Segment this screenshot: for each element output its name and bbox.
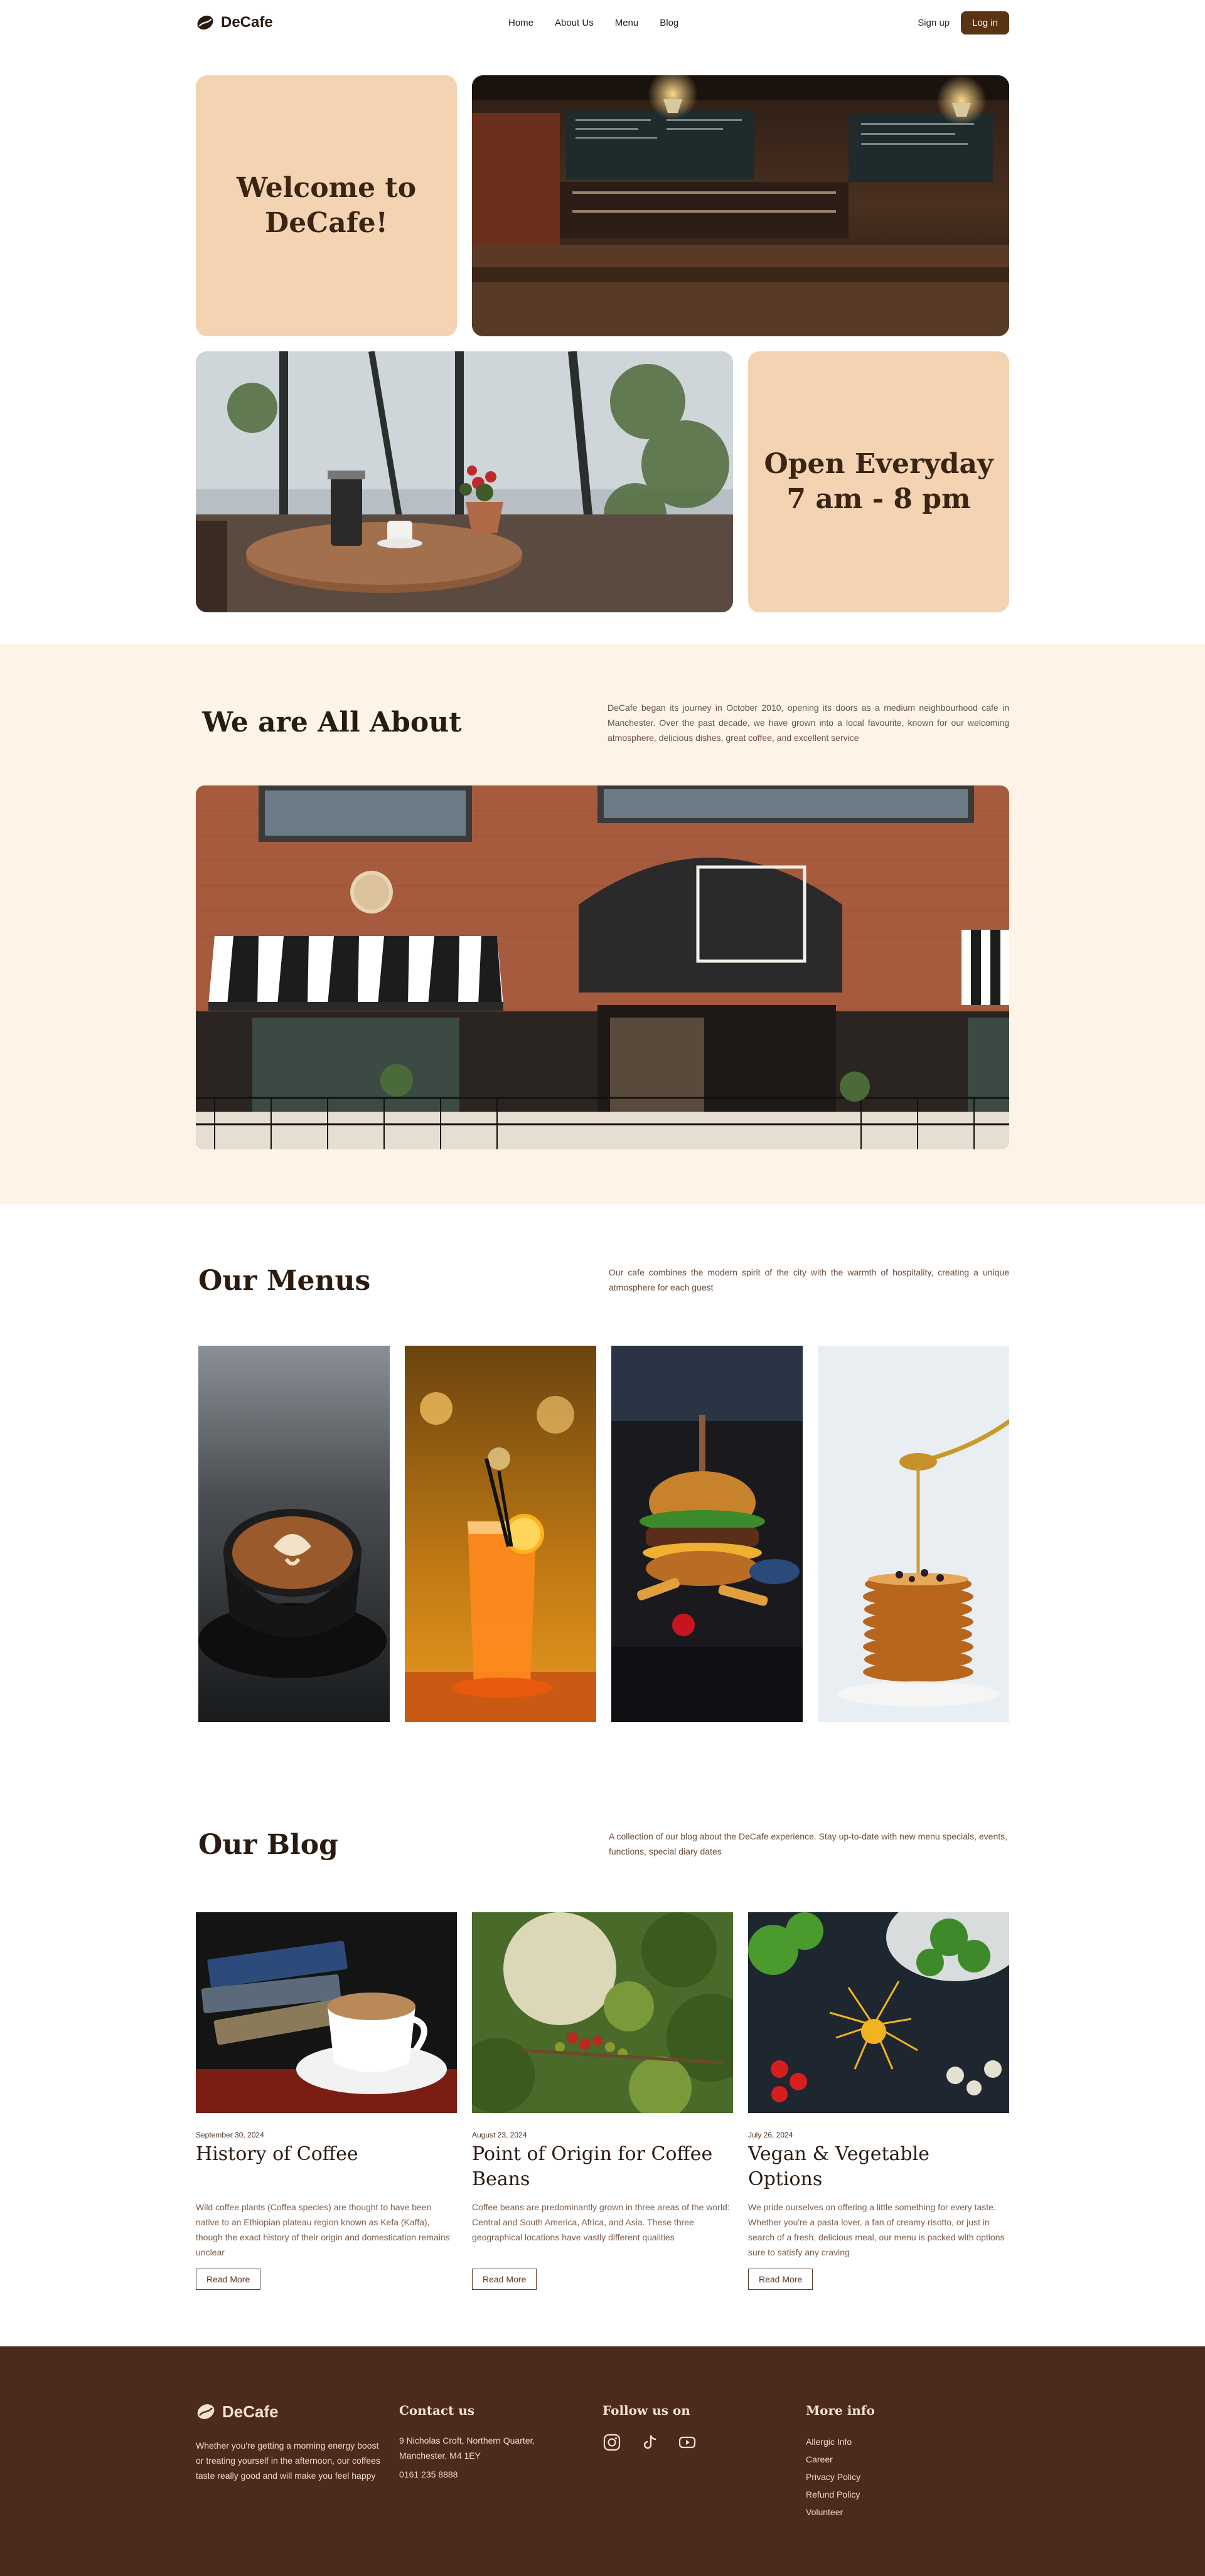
follow-title: Follow us on (602, 2403, 690, 2418)
storefront-photo (196, 785, 1009, 1149)
footer-link-privacy-policy[interactable]: Privacy Policy (806, 2468, 1009, 2486)
footer-phone[interactable]: 0161 235 8888 (399, 2467, 602, 2482)
blog-section: Our Blog A collection of our blog about … (0, 1797, 1205, 2346)
post-title[interactable]: Point of Origin for Coffee Beans (472, 2142, 733, 2195)
post-date: July 26, 2024 (748, 2131, 793, 2139)
menus-section: Our Menus Our cafe combines the modern s… (0, 1205, 1205, 1797)
blog-post: July 26, 2024 Vegan & Vegetable Options … (748, 1912, 1009, 2290)
auth-actions: Sign up Log in (918, 11, 1009, 35)
read-more-button[interactable]: Read More (748, 2269, 813, 2290)
nav-blog[interactable]: Blog (660, 18, 678, 28)
read-more-button[interactable]: Read More (472, 2269, 537, 2290)
welcome-heading: Welcome to DeCafe! (236, 172, 417, 239)
about-text: DeCafe began its journey in October 2010… (608, 703, 1009, 743)
nav-home[interactable]: Home (508, 18, 533, 28)
footer-brand-logo[interactable]: DeCafe (196, 2402, 399, 2422)
brand-name: DeCafe (221, 14, 273, 31)
hero-section: Welcome to DeCafe! Open Everyday 7 am - … (0, 45, 1205, 644)
post-title[interactable]: Vegan & Vegetable Options (748, 2142, 1009, 2195)
footer-link-allergic-info[interactable]: Allergic Info (806, 2433, 1009, 2451)
blog-post: September 30, 2024 History of Coffee Wil… (196, 1912, 457, 2290)
footer-address: 9 Nicholas Croft, Northern Quarter, Manc… (399, 2435, 535, 2461)
login-button[interactable]: Log in (961, 11, 1009, 35)
menus-title: Our Menus (198, 1265, 371, 1297)
footer-link-refund-policy[interactable]: Refund Policy (806, 2486, 1009, 2503)
menu-item-latte[interactable] (198, 1346, 390, 1722)
menu-item-burger[interactable] (611, 1346, 803, 1722)
blog-text: A collection of our blog about the DeCaf… (609, 1831, 1008, 1856)
footer-brand-name: DeCafe (222, 2402, 279, 2421)
nav-menu[interactable]: Menu (615, 18, 639, 28)
cafe-table-photo (196, 351, 733, 612)
signup-link[interactable]: Sign up (918, 18, 950, 28)
post-excerpt: We pride ourselves on offering a little … (748, 2202, 1005, 2257)
contact-title: Contact us (399, 2403, 475, 2418)
menu-item-pancakes[interactable] (818, 1346, 1009, 1722)
coffee-bean-icon (197, 2404, 215, 2419)
footer-link-career[interactable]: Career (806, 2451, 1009, 2468)
welcome-card: Welcome to DeCafe! (196, 75, 457, 336)
post-date: August 23, 2024 (472, 2131, 527, 2139)
read-more-button[interactable]: Read More (196, 2269, 261, 2290)
more-info-title: More info (806, 2403, 875, 2418)
nav-about-us[interactable]: About Us (555, 18, 594, 28)
footer-link-volunteer[interactable]: Volunteer (806, 2503, 1009, 2521)
blog-title: Our Blog (198, 1829, 338, 1861)
hours-line-2: 7 am - 8 pm (786, 483, 971, 515)
tiktok-icon[interactable] (640, 2433, 659, 2452)
blog-post: August 23, 2024 Point of Origin for Coff… (472, 1912, 733, 2290)
post-image-vegan-pasta[interactable] (748, 1912, 1009, 2113)
site-footer: DeCafe Whether you're getting a morning … (0, 2346, 1205, 2576)
menu-item-iced-tea[interactable] (405, 1346, 596, 1722)
hours-line-1: Open Everyday (764, 448, 993, 480)
instagram-icon[interactable] (602, 2433, 621, 2452)
about-title: We are All About (202, 706, 462, 738)
post-excerpt: Wild coffee plants (Coffea species) are … (196, 2202, 450, 2257)
post-excerpt: Coffee beans are predominantly grown in … (472, 2202, 730, 2242)
brand-logo[interactable]: DeCafe (196, 13, 273, 32)
menus-text: Our cafe combines the modern spirit of t… (609, 1267, 1009, 1292)
about-section: We are All About DeCafe began its journe… (0, 644, 1205, 1205)
top-nav: DeCafe Home About Us Menu Blog Sign up L… (0, 0, 1205, 45)
bar-interior-photo (472, 75, 1009, 336)
coffee-bean-icon (197, 15, 213, 30)
main-menu: Home About Us Menu Blog (508, 18, 678, 28)
post-image-coffee-plant[interactable] (472, 1912, 733, 2113)
hours-card: Open Everyday 7 am - 8 pm (748, 351, 1009, 612)
footer-tagline: Whether you're getting a morning energy … (196, 2440, 380, 2481)
post-image-coffee-books[interactable] (196, 1912, 457, 2113)
post-date: September 30, 2024 (196, 2131, 264, 2139)
youtube-icon[interactable] (678, 2433, 697, 2452)
post-title[interactable]: History of Coffee (196, 2142, 457, 2195)
